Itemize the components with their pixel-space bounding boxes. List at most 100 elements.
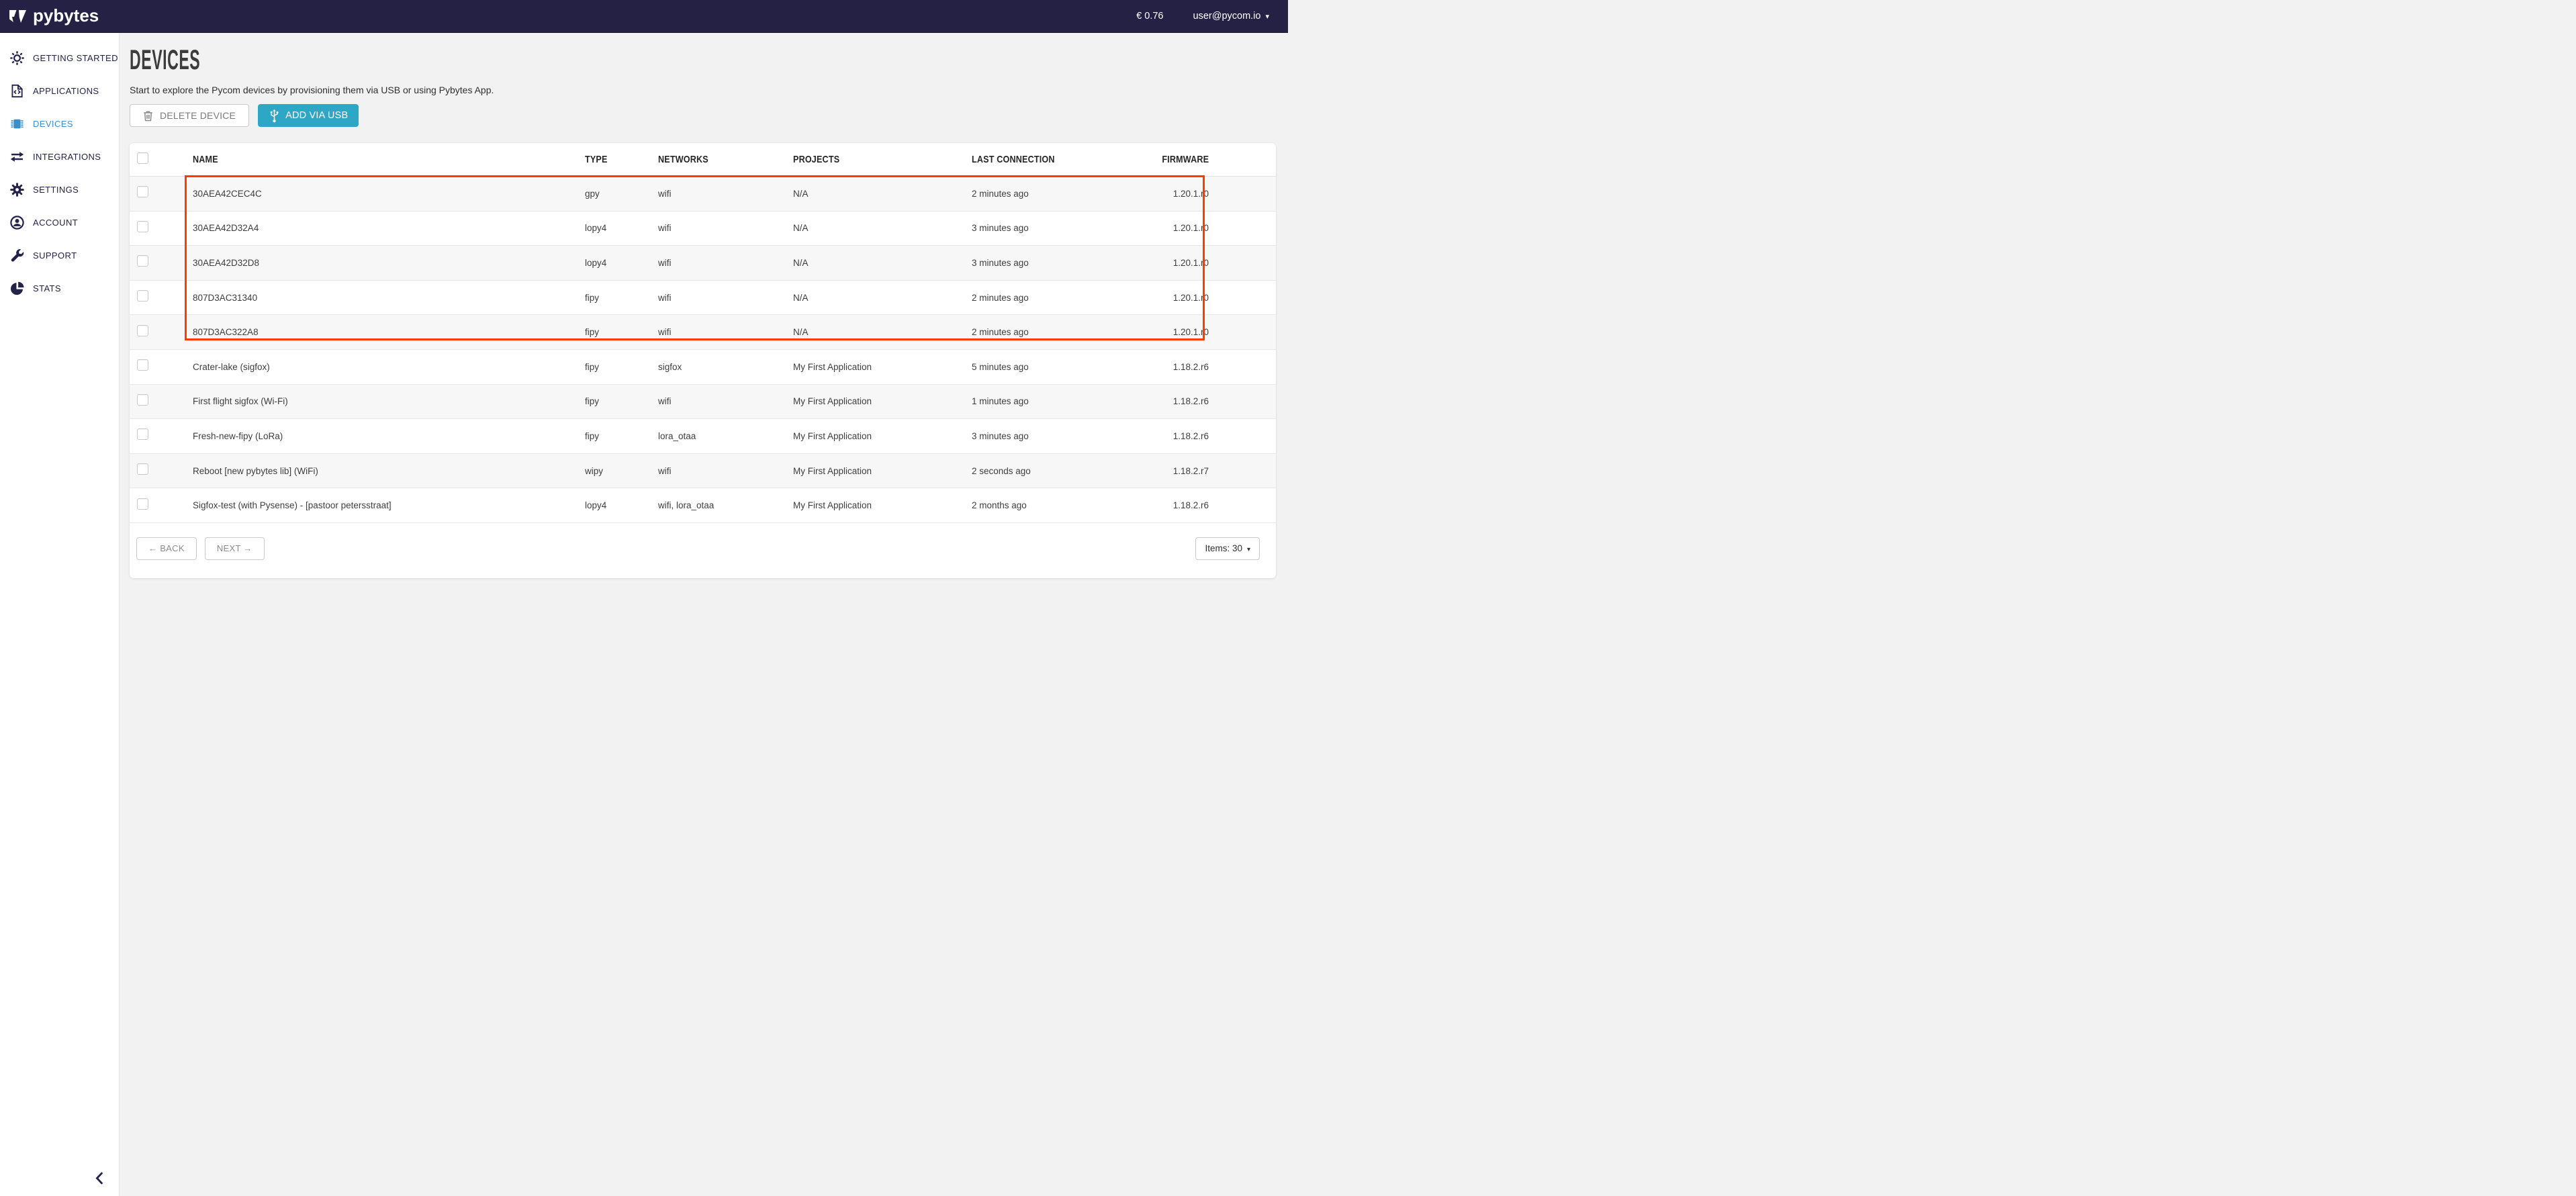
cell-type: fipy [585,362,658,372]
cell-projects: My First Application [793,466,972,476]
caret-down-icon [1265,11,1269,21]
cell-type: fipy [585,293,658,303]
sidebar-item-label: APPLICATIONS [33,86,99,96]
cell-networks: wifi, lora_otaa [658,500,793,510]
row-checkbox[interactable] [137,325,148,336]
sidebar-item-account[interactable]: ACCOUNT [0,206,119,239]
cell-projects: My First Application [793,362,972,372]
cell-projects: N/A [793,189,972,199]
delete-device-button[interactable]: DELETE DEVICE [130,104,249,127]
cell-device-name[interactable]: First flight sigfox (Wi-Fi) [193,396,585,406]
sidebar-item-getting-started[interactable]: GETTING STARTED [0,42,119,75]
sidebar-item-settings[interactable]: SETTINGS [0,173,119,206]
cell-projects: My First Application [793,500,972,510]
cell-device-name[interactable]: 807D3AC31340 [193,293,585,303]
cell-device-name[interactable]: 807D3AC322A8 [193,327,585,337]
table-row: 807D3AC322A8fipywifiN/A2 minutes ago1.20… [130,315,1276,350]
cell-firmware: 1.18.2.r6 [1137,396,1276,406]
sidebar-item-devices[interactable]: DEVICES [0,107,119,140]
cell-type: lopy4 [585,500,658,510]
sidebar-item-integrations[interactable]: INTEGRATIONS [0,140,119,173]
cell-last-connection: 2 minutes ago [972,189,1137,199]
cell-last-connection: 2 seconds ago [972,466,1137,476]
cell-type: fipy [585,327,658,337]
pycom-logo-icon [9,7,27,26]
row-checkbox-cell [130,498,193,513]
header-checkbox-cell [130,152,193,167]
add-via-usb-label: ADD VIA USB [285,110,348,121]
row-checkbox[interactable] [137,394,148,406]
cell-networks: wifi [658,223,793,233]
page-subtitle: Start to explore the Pycom devices by pr… [130,85,1288,95]
sidebar-item-applications[interactable]: APPLICATIONS [0,75,119,107]
next-button[interactable]: NEXT → [205,537,265,560]
gear-icon [9,181,26,198]
cell-device-name[interactable]: Reboot [new pybytes lib] (WiFi) [193,466,585,476]
select-all-checkbox[interactable] [137,152,148,164]
column-header-projects: PROJECTS [793,154,972,166]
sidebar-item-support[interactable]: SUPPORT [0,239,119,272]
wrench-icon [9,247,26,264]
cell-firmware: 1.20.1.r0 [1137,189,1276,199]
items-per-page-label: Items: 30 [1205,543,1242,553]
cell-device-name[interactable]: 30AEA42CEC4C [193,189,585,199]
cell-device-name[interactable]: 30AEA42D32A4 [193,223,585,233]
cell-firmware: 1.18.2.r6 [1137,362,1276,372]
table-row: 30AEA42CEC4CgpywifiN/A2 minutes ago1.20.… [130,177,1276,212]
row-checkbox[interactable] [137,221,148,232]
cell-type: gpy [585,189,658,199]
items-per-page-dropdown[interactable]: Items: 30 [1195,537,1260,560]
table-row: 30AEA42D32A4lopy4wifiN/A3 minutes ago1.2… [130,212,1276,246]
sidebar-item-stats[interactable]: STATS [0,272,119,305]
table-header-row: NAMETYPENETWORKSPROJECTSLAST CONNECTIONF… [130,143,1276,177]
cell-device-name[interactable]: Fresh-new-fipy (LoRa) [193,431,585,441]
cell-device-name[interactable]: 30AEA42D32D8 [193,258,585,268]
cell-type: wipy [585,466,658,476]
row-checkbox[interactable] [137,359,148,371]
cell-device-name[interactable]: Crater-lake (sigfox) [193,362,585,372]
trash-icon [143,110,153,122]
arrows-swap-icon [9,148,26,165]
sidebar-item-label: INTEGRATIONS [33,152,101,162]
row-checkbox[interactable] [137,290,148,302]
sidebar-collapse-button[interactable] [95,1172,107,1187]
logo-text: pybytes [33,7,99,26]
row-checkbox[interactable] [137,428,148,440]
row-checkbox[interactable] [137,255,148,267]
cell-last-connection: 2 minutes ago [972,293,1137,303]
cell-firmware: 1.20.1.r0 [1137,223,1276,233]
sidebar-item-label: DEVICES [33,119,73,129]
cell-networks: wifi [658,396,793,406]
balance: € 0.76 [1136,11,1163,21]
cell-projects: N/A [793,327,972,337]
row-checkbox-cell [130,290,193,305]
add-via-usb-button[interactable]: ADD VIA USB [258,104,359,127]
back-button[interactable]: ← BACK [136,537,197,560]
cell-type: fipy [585,396,658,406]
file-code-icon [9,83,26,99]
cell-firmware: 1.20.1.r0 [1137,327,1276,337]
row-checkbox[interactable] [137,463,148,475]
devices-table-card: NAMETYPENETWORKSPROJECTSLAST CONNECTIONF… [130,143,1276,578]
cell-networks: wifi [658,466,793,476]
table-row: Fresh-new-fipy (LoRa)fipylora_otaaMy Fir… [130,419,1276,454]
cell-last-connection: 2 minutes ago [972,327,1137,337]
cell-last-connection: 3 minutes ago [972,258,1137,268]
row-checkbox-cell [130,359,193,374]
column-header-type: TYPE [585,154,658,166]
delete-device-label: DELETE DEVICE [160,110,236,121]
row-checkbox-cell [130,394,193,409]
cell-type: lopy4 [585,223,658,233]
row-checkbox[interactable] [137,498,148,510]
column-header-name: NAME [193,154,585,166]
cell-last-connection: 3 minutes ago [972,431,1137,441]
page-title: DEVICES [130,49,200,71]
sidebar-item-label: SUPPORT [33,250,77,261]
table-row: Crater-lake (sigfox)fipysigfoxMy First A… [130,350,1276,385]
table-row: Reboot [new pybytes lib] (WiFi)wipywifiM… [130,454,1276,489]
row-checkbox[interactable] [137,186,148,197]
cell-projects: N/A [793,293,972,303]
user-menu[interactable]: user@pycom.io [1193,11,1269,21]
cell-firmware: 1.18.2.r6 [1137,431,1276,441]
cell-device-name[interactable]: Sigfox-test (with Pysense) - [pastoor pe… [193,500,585,510]
